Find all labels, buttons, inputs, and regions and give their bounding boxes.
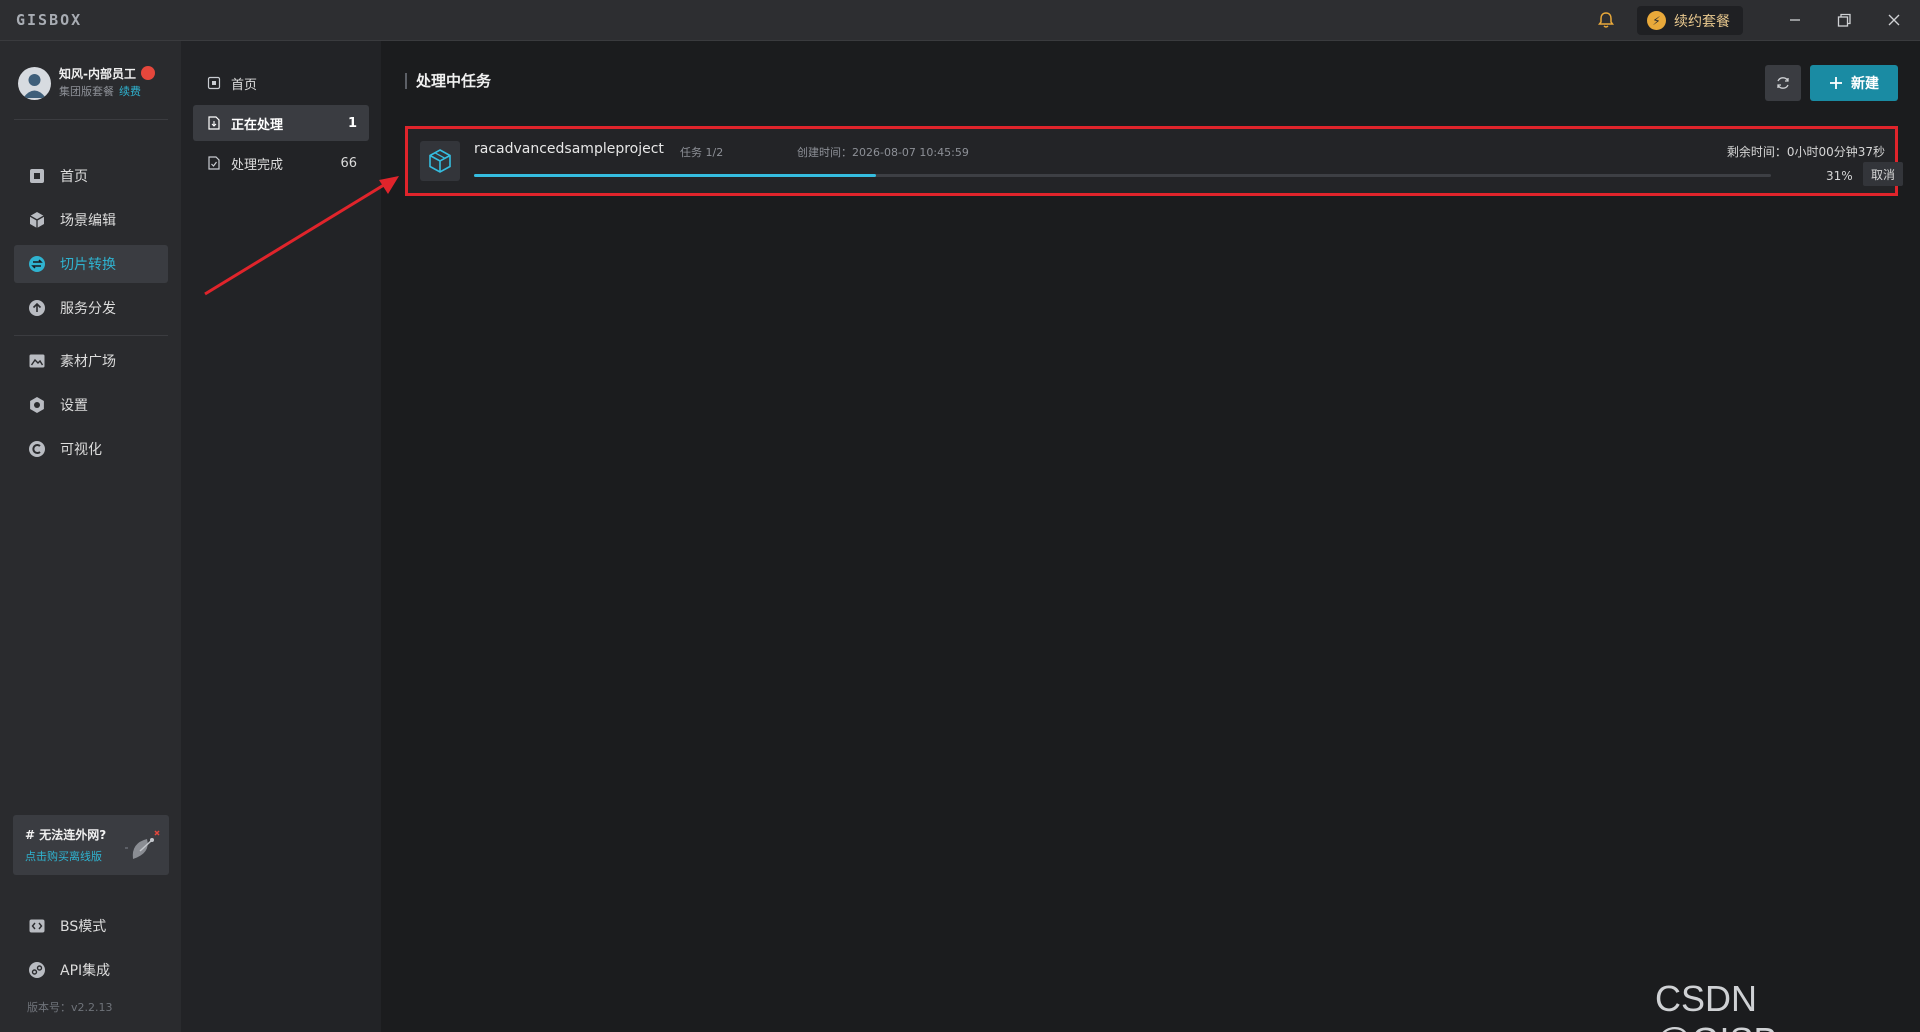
- sidebar-item-assets[interactable]: 素材广场: [14, 342, 168, 380]
- upload-icon: [29, 300, 45, 316]
- main-content: 处理中任务 新建 racadvancedsampleproject 任务 1/2…: [381, 41, 1920, 1032]
- renew-plan-button[interactable]: ⚡ 续约套餐: [1637, 6, 1743, 35]
- refresh-button[interactable]: [1765, 65, 1801, 101]
- user-name: 知风-内部员工: [59, 67, 136, 81]
- app-window: GISBOX ⚡ 续约套餐 知风-内部员工 集团版套餐 续费 首页 场景编辑 切…: [0, 0, 1920, 1032]
- sidebar-item-home[interactable]: 首页: [14, 157, 168, 195]
- task-created-time: 创建时间：2026-08-07 10:45:59: [797, 146, 969, 159]
- gear-icon: [30, 397, 44, 413]
- divider: [14, 335, 168, 336]
- sidebar-item-settings[interactable]: 设置: [14, 386, 168, 424]
- swap-icon: [29, 256, 45, 272]
- user-plan: 集团版套餐 续费: [59, 83, 141, 99]
- task-percent: 31%: [1826, 169, 1853, 183]
- progress-bar: [474, 174, 1771, 177]
- task-step: 任务 1/2: [680, 146, 724, 159]
- vip-badge-icon: [141, 66, 155, 80]
- sidebar-item-service-publish[interactable]: 服务分发: [14, 289, 168, 327]
- bolt-icon: ⚡: [1647, 11, 1666, 30]
- plan-label: 集团版套餐: [59, 85, 114, 98]
- promo-title: # 无法连外网?: [25, 828, 107, 842]
- task-remaining-time: 剩余时间：0小时00分钟37秒: [1726, 145, 1885, 159]
- sidebar-item-label: 首页: [60, 169, 88, 185]
- close-icon[interactable]: [1884, 10, 1904, 30]
- home-icon: [30, 169, 44, 183]
- subnav-item-label: 首页: [231, 77, 258, 93]
- satellite-dish-icon: [125, 830, 160, 859]
- page-title: 处理中任务: [405, 73, 491, 89]
- promo-link[interactable]: 点击购买离线版: [25, 848, 102, 864]
- api-icon: [29, 962, 45, 978]
- document-processing-icon: [208, 116, 220, 130]
- cancel-button[interactable]: 取消: [1863, 162, 1903, 186]
- cube-icon: [29, 212, 45, 228]
- visual-icon: [29, 441, 45, 457]
- plus-icon: [1830, 77, 1842, 89]
- offline-version-promo[interactable]: # 无法连外网? 点击购买离线版: [13, 815, 169, 875]
- annotation-arrow-icon: [204, 176, 399, 296]
- subnav-item-processing[interactable]: 正在处理 1: [193, 105, 369, 141]
- minimize-icon[interactable]: [1785, 10, 1805, 30]
- sidebar-item-label: 素材广场: [60, 354, 116, 370]
- bell-icon[interactable]: [1596, 10, 1616, 30]
- version-label: 版本号：v2.2.13: [27, 1001, 113, 1014]
- sidebar-item-label: 设置: [60, 398, 88, 414]
- sidebar-item-api[interactable]: API集成: [14, 951, 168, 989]
- sidebar-item-scene-edit[interactable]: 场景编辑: [14, 201, 168, 239]
- main-sidebar: 知风-内部员工 集团版套餐续费 首页 场景编辑 切片转换 服务分发 素材广场: [0, 41, 181, 1032]
- image-icon: [29, 354, 45, 368]
- progress-fill: [474, 174, 877, 177]
- task-name: racadvancedsampleproject: [474, 141, 664, 157]
- user-profile[interactable]: 知风-内部员工 集团版套餐 续费: [18, 65, 168, 105]
- refresh-icon: [1777, 77, 1789, 89]
- title-bar: GISBOX ⚡ 续约套餐: [0, 0, 1920, 41]
- sidebar-item-tile-convert[interactable]: 切片转换: [14, 245, 168, 283]
- subnav-item-home[interactable]: 首页: [193, 65, 369, 101]
- sidebar-item-label: 场景编辑: [60, 213, 116, 229]
- processing-count: 1: [347, 115, 357, 131]
- home-icon: [207, 76, 221, 90]
- new-task-label: 新建: [1851, 76, 1879, 92]
- sidebar-item-label: BS模式: [60, 919, 107, 935]
- restore-icon[interactable]: [1834, 10, 1854, 30]
- watermark: CSDN @GISBox: [1655, 978, 1816, 1032]
- sidebar-item-label: 可视化: [60, 442, 102, 458]
- code-icon: [29, 919, 45, 933]
- sidebar-item-visualization[interactable]: 可视化: [14, 430, 168, 468]
- divider: [14, 119, 168, 120]
- task-card: racadvancedsampleproject 任务 1/2 创建时间：202…: [405, 126, 1903, 196]
- renew-plan-label: 续约套餐: [1674, 13, 1730, 30]
- avatar: [18, 67, 51, 100]
- sidebar-item-label: API集成: [60, 963, 111, 979]
- app-logo: GISBOX: [16, 11, 83, 29]
- sidebar-item-label: 切片转换: [60, 257, 116, 273]
- renew-link[interactable]: 续费: [119, 85, 141, 98]
- model-cube-icon: [420, 141, 460, 181]
- sidebar-item-bs-mode[interactable]: BS模式: [14, 907, 168, 945]
- new-task-button[interactable]: 新建: [1810, 65, 1898, 101]
- sidebar-item-label: 服务分发: [60, 301, 116, 317]
- subnav-item-label: 正在处理: [231, 117, 284, 133]
